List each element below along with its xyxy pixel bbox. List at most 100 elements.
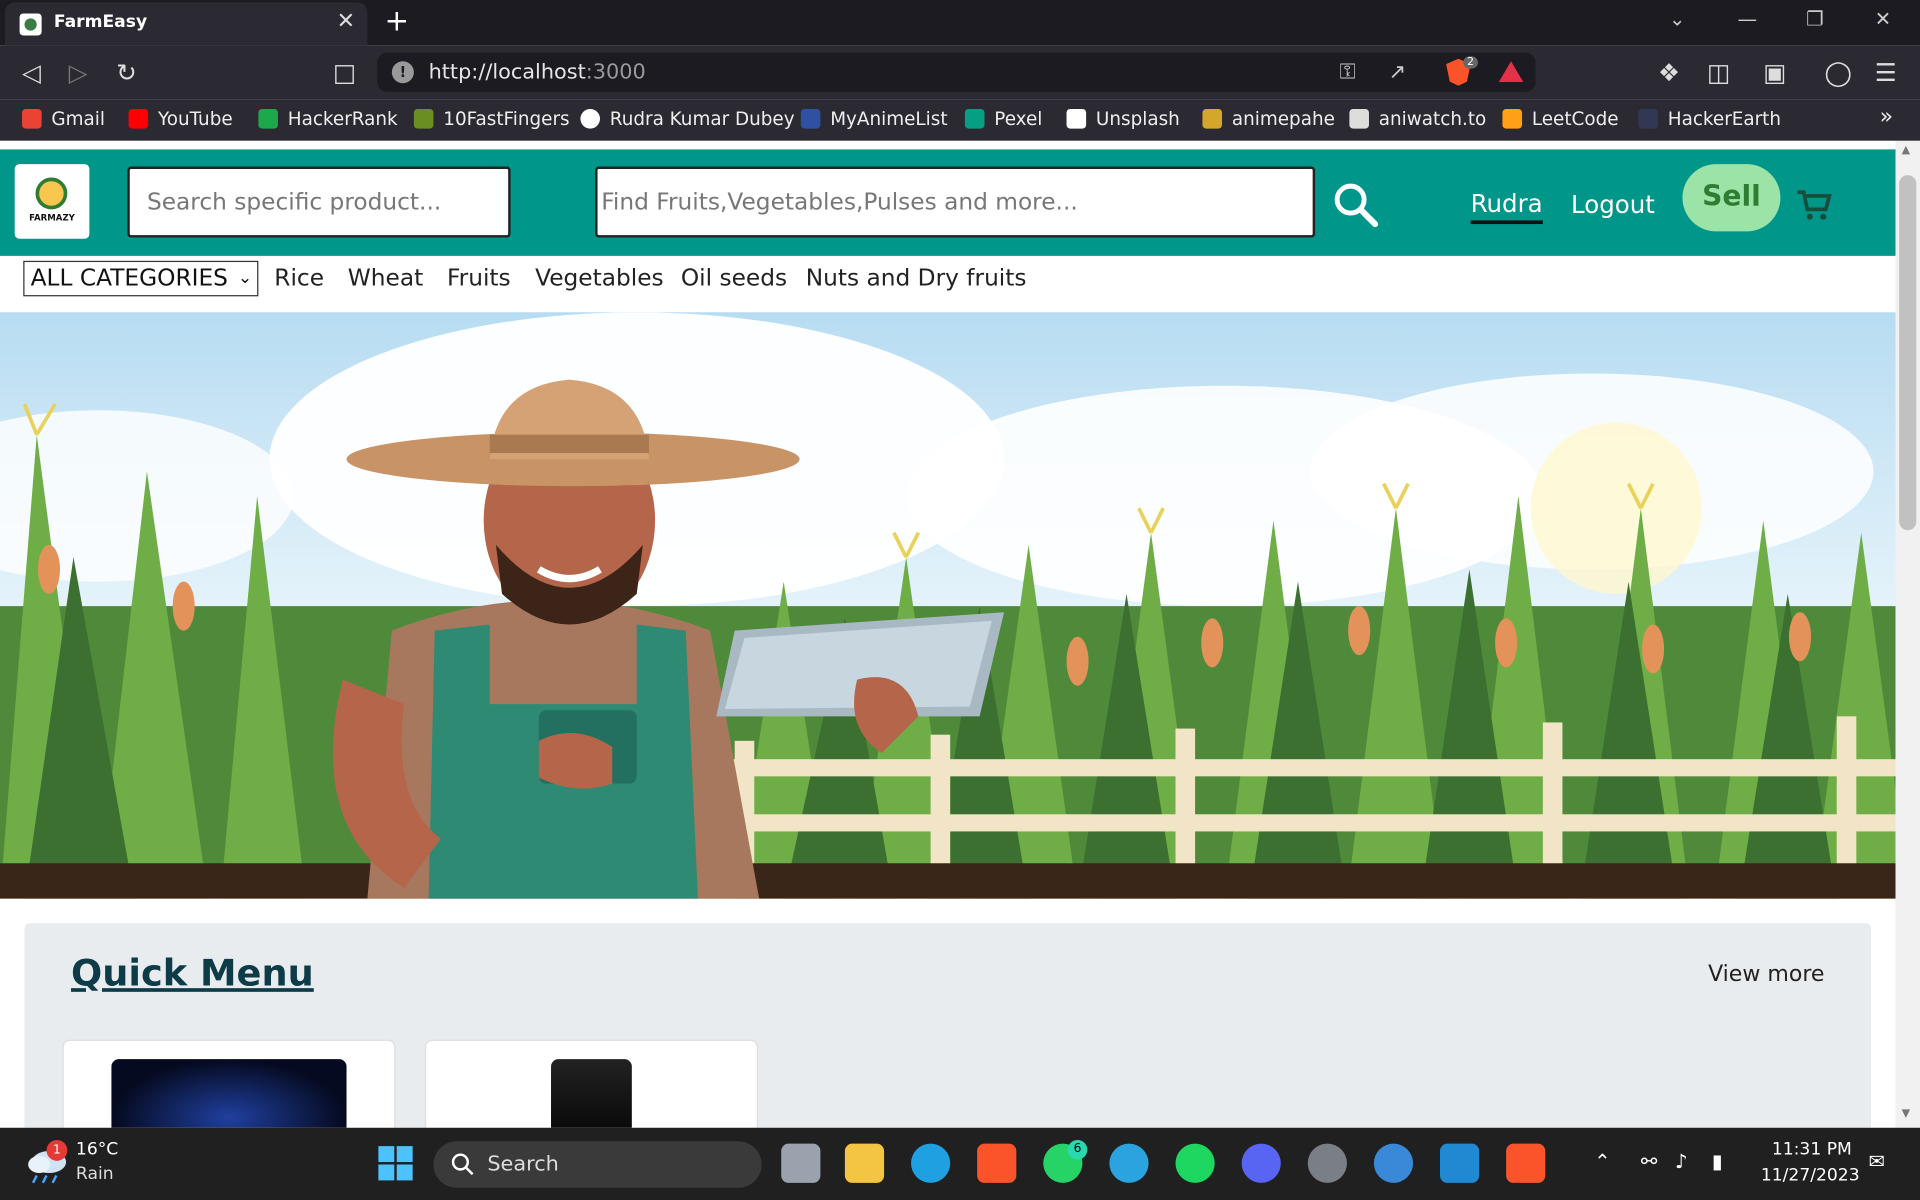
category-link-wheat[interactable]: Wheat — [348, 264, 423, 291]
bookmark-icon[interactable]: □ — [333, 58, 356, 87]
sell-button[interactable]: Sell — [1682, 164, 1781, 232]
farmeasy-logo[interactable]: FARMAZY — [14, 164, 90, 239]
view-more-link[interactable]: View more — [1708, 961, 1824, 987]
bookmark-myanimelist[interactable]: MyAnimeList — [800, 108, 948, 130]
bookmark-github[interactable]: Rudra Kumar Dubey — [580, 108, 795, 130]
tab-list-chevron-icon[interactable]: ⌄ — [1669, 7, 1685, 30]
minimize-icon[interactable]: — — [1738, 7, 1758, 30]
spotify-icon[interactable] — [1175, 1143, 1215, 1183]
edge-icon[interactable] — [911, 1143, 951, 1183]
bookmark-pexel[interactable]: Pexel — [964, 108, 1042, 130]
extensions-icon[interactable]: ❖ — [1658, 58, 1680, 87]
scroll-up-arrow-icon[interactable]: ▲ — [1902, 144, 1910, 156]
category-link-fruits[interactable]: Fruits — [447, 264, 511, 291]
show-hidden-icons-chevron-icon[interactable]: ⌃ — [1594, 1150, 1610, 1173]
task-view-icon[interactable] — [781, 1143, 821, 1183]
menu-icon[interactable]: ☰ — [1875, 58, 1897, 87]
bookmark-10fastfingers[interactable]: 10FastFingers — [413, 108, 570, 130]
search-icon[interactable] — [1332, 181, 1379, 228]
bookmark-aniwatch[interactable]: aniwatch.to — [1349, 108, 1486, 130]
category-link-nuts-dry-fruits[interactable]: Nuts and Dry fruits — [806, 264, 1027, 291]
quick-menu-card[interactable] — [424, 1039, 758, 1128]
bookmark-youtube[interactable]: YouTube — [128, 107, 233, 130]
key-icon[interactable]: ⚿ — [1340, 60, 1356, 84]
page-scrollbar[interactable]: ▲ ▼ — [1895, 140, 1920, 1128]
cart-icon[interactable] — [1795, 185, 1832, 222]
bookmark-label: Gmail — [51, 107, 106, 130]
restore-icon[interactable]: ❐ — [1806, 7, 1824, 30]
weather-temperature: 16°C — [75, 1140, 119, 1160]
back-icon[interactable]: ◁ — [22, 58, 41, 87]
telegram-icon[interactable] — [1109, 1143, 1149, 1183]
category-select[interactable]: ALL CATEGORIES ⌄ — [23, 260, 259, 297]
logout-link[interactable]: Logout — [1571, 190, 1655, 219]
category-link-rice[interactable]: Rice — [274, 264, 324, 291]
site-info-icon[interactable]: ! — [391, 61, 414, 84]
quick-menu-section: Quick Menu View more — [24, 923, 1872, 1128]
sidebar-icon[interactable]: ◫ — [1707, 58, 1730, 87]
brave-active-icon[interactable] — [1506, 1143, 1546, 1183]
category-link-vegetables[interactable]: Vegetables — [535, 264, 664, 291]
clock-time[interactable]: 11:31 PM — [1772, 1140, 1852, 1160]
brave-icon[interactable] — [977, 1143, 1017, 1183]
chevron-down-icon: ⌄ — [237, 268, 253, 288]
url-text[interactable]: http://localhost:3000 — [429, 60, 646, 84]
category-link-oil-seeds[interactable]: Oil seeds — [681, 264, 787, 291]
scrollbar-thumb[interactable] — [1899, 175, 1917, 531]
share-icon[interactable]: ↗ — [1389, 60, 1406, 84]
vscode-icon[interactable] — [1440, 1143, 1480, 1183]
profile-icon[interactable]: ◯ — [1824, 58, 1851, 87]
qbittorrent-icon[interactable] — [1373, 1143, 1414, 1183]
bookmark-unsplash[interactable]: Unsplash — [1066, 108, 1180, 130]
settings-gear-icon[interactable] — [1307, 1143, 1347, 1183]
clock-date[interactable]: 11/27/2023 — [1761, 1166, 1860, 1186]
volume-icon[interactable]: ♪ — [1675, 1150, 1688, 1173]
product-search-input[interactable] — [129, 168, 509, 236]
user-profile-link[interactable]: Rudra — [1470, 189, 1543, 225]
bookmarks-bar: Gmail YouTube HackerRank 10FastFingers R… — [0, 99, 1920, 141]
bookmark-label: aniwatch.to — [1378, 107, 1487, 130]
category-select-value: ALL CATEGORIES — [30, 264, 228, 292]
bookmark-hackerearth[interactable]: HackerEarth — [1638, 108, 1781, 130]
quick-menu-card[interactable] — [62, 1039, 396, 1128]
window-close-icon[interactable]: ✕ — [1875, 7, 1891, 30]
farmer-banner-illustration — [0, 312, 1896, 899]
product-image — [551, 1059, 632, 1128]
hero-banner — [0, 312, 1896, 899]
scroll-down-arrow-icon[interactable]: ▼ — [1902, 1108, 1910, 1120]
weather-notification-badge: 1 — [46, 1140, 68, 1161]
discord-icon[interactable] — [1241, 1143, 1281, 1183]
browser-tab[interactable]: FarmEasy ✕ — [4, 2, 368, 46]
product-search-box[interactable] — [127, 166, 511, 238]
bookmark-label: animepahe — [1231, 107, 1335, 130]
bookmark-gmail[interactable]: Gmail — [22, 108, 105, 130]
wallet-icon[interactable]: ▣ — [1763, 58, 1786, 87]
product-image — [111, 1059, 347, 1128]
main-search-input[interactable] — [597, 168, 1313, 236]
bookmark-hackerrank[interactable]: HackerRank — [258, 108, 398, 130]
logo-emblem-icon — [35, 177, 68, 210]
weather-description: Rain — [75, 1164, 114, 1185]
battery-icon[interactable]: ▮ — [1712, 1150, 1723, 1173]
address-bar[interactable]: ! http://localhost:3000 ⚿ ↗ 2 — [377, 52, 1536, 92]
wifi-icon[interactable]: ⚯ — [1641, 1150, 1657, 1173]
taskbar-search[interactable]: Search — [433, 1141, 762, 1188]
tab-close-icon[interactable]: ✕ — [337, 9, 355, 35]
bookmarks-overflow-icon[interactable]: » — [1880, 104, 1893, 130]
windows-start-icon[interactable] — [377, 1145, 414, 1182]
notifications-icon[interactable]: ✉ — [1869, 1150, 1885, 1173]
forward-icon[interactable]: ▷ — [69, 58, 88, 87]
10fastfingers-icon — [413, 108, 434, 129]
main-search-box[interactable] — [595, 166, 1316, 238]
file-explorer-icon[interactable] — [844, 1143, 885, 1183]
bookmark-label: YouTube — [157, 107, 233, 130]
hackerrank-icon — [258, 108, 278, 129]
whatsapp-badge: 6 — [1067, 1140, 1088, 1160]
bookmark-animepahe[interactable]: animepahe — [1202, 107, 1335, 130]
reload-icon[interactable]: ↻ — [116, 58, 137, 87]
new-tab-button[interactable]: + — [384, 4, 409, 38]
aniwatch-icon — [1349, 108, 1369, 129]
brave-rewards-icon[interactable] — [1498, 61, 1524, 83]
bookmark-leetcode[interactable]: LeetCode — [1502, 108, 1619, 130]
farmeasy-favicon-icon — [19, 13, 42, 36]
